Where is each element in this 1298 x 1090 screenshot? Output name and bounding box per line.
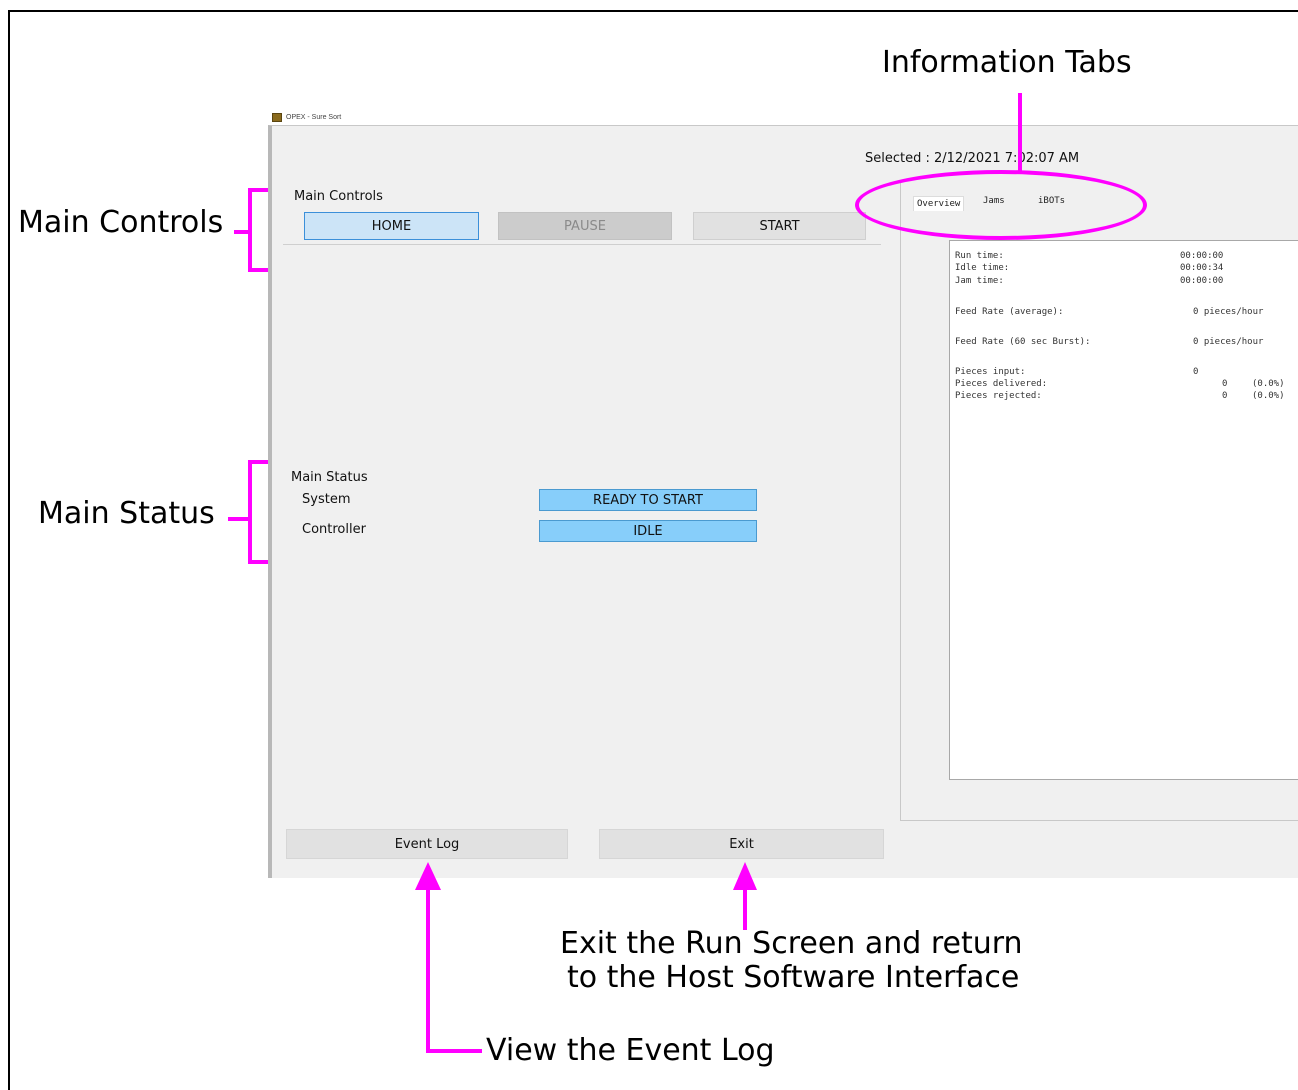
main-controls-bracket (248, 188, 252, 272)
controller-label: Controller (302, 522, 366, 537)
main-status-bracket-top (248, 460, 268, 464)
controller-status-field: IDLE (539, 520, 757, 542)
event-log-arrow-foot (426, 1049, 482, 1053)
feed-rate-average-value: 0 pieces/hour (1193, 307, 1264, 317)
main-controls-callout: Main Controls (18, 205, 224, 240)
main-controls-label: Main Controls (294, 189, 383, 204)
run-time-label: Run time: (955, 251, 1004, 261)
pieces-rejected-percent: (0.0%) (1252, 391, 1285, 401)
run-time-value: 00:00:00 (1180, 251, 1224, 261)
information-tabs-highlight (855, 170, 1147, 240)
main-controls-bracket-bottom (248, 268, 268, 272)
window-titlebar: OPEX - Sure Sort (272, 110, 341, 124)
pieces-delivered-value: 0 (1222, 379, 1228, 389)
feed-rate-burst-value: 0 pieces/hour (1193, 337, 1264, 347)
pieces-rejected-value: 0 (1222, 391, 1228, 401)
app-icon (272, 112, 282, 122)
pieces-delivered-label: Pieces delivered: (955, 379, 1048, 389)
overview-content (949, 240, 1298, 780)
window-title: OPEX - Sure Sort (286, 113, 342, 121)
jam-time-value: 00:00:00 (1180, 276, 1224, 286)
main-status-bracket (248, 460, 252, 564)
pause-button[interactable]: PAUSE (498, 212, 672, 240)
idle-time-value: 00:00:34 (1180, 263, 1224, 273)
view-event-log-callout: View the Event Log (486, 1033, 775, 1068)
exit-callout-line2: to the Host Software Interface (567, 960, 1020, 995)
pieces-rejected-label: Pieces rejected: (955, 391, 1042, 401)
controls-divider (283, 244, 881, 245)
information-tabs-pointer (1018, 93, 1022, 173)
event-log-button[interactable]: Event Log (286, 829, 568, 859)
exit-callout-line1: Exit the Run Screen and return (560, 926, 1023, 961)
pieces-input-value: 0 (1193, 367, 1199, 377)
jam-time-label: Jam time: (955, 276, 1004, 286)
start-button[interactable]: START (693, 212, 866, 240)
main-status-connector (228, 517, 250, 521)
exit-arrow (733, 862, 757, 930)
pieces-input-label: Pieces input: (955, 367, 1026, 377)
system-status-field: READY TO START (539, 489, 757, 511)
idle-time-label: Idle time: (955, 263, 1010, 273)
exit-button[interactable]: Exit (599, 829, 884, 859)
feed-rate-average-label: Feed Rate (average): (955, 307, 1064, 317)
event-log-arrow (415, 862, 441, 1052)
pieces-delivered-percent: (0.0%) (1252, 379, 1285, 389)
main-controls-bracket-top (248, 188, 268, 192)
home-button[interactable]: HOME (304, 212, 479, 240)
feed-rate-burst-label: Feed Rate (60 sec Burst): (955, 337, 1091, 347)
main-status-bracket-bottom (248, 560, 268, 564)
selected-timestamp: Selected : 2/12/2021 7:02:07 AM (865, 151, 1080, 166)
system-label: System (302, 492, 351, 507)
main-status-label: Main Status (291, 470, 368, 485)
main-status-callout: Main Status (38, 496, 215, 531)
information-tabs-callout: Information Tabs (882, 45, 1132, 80)
